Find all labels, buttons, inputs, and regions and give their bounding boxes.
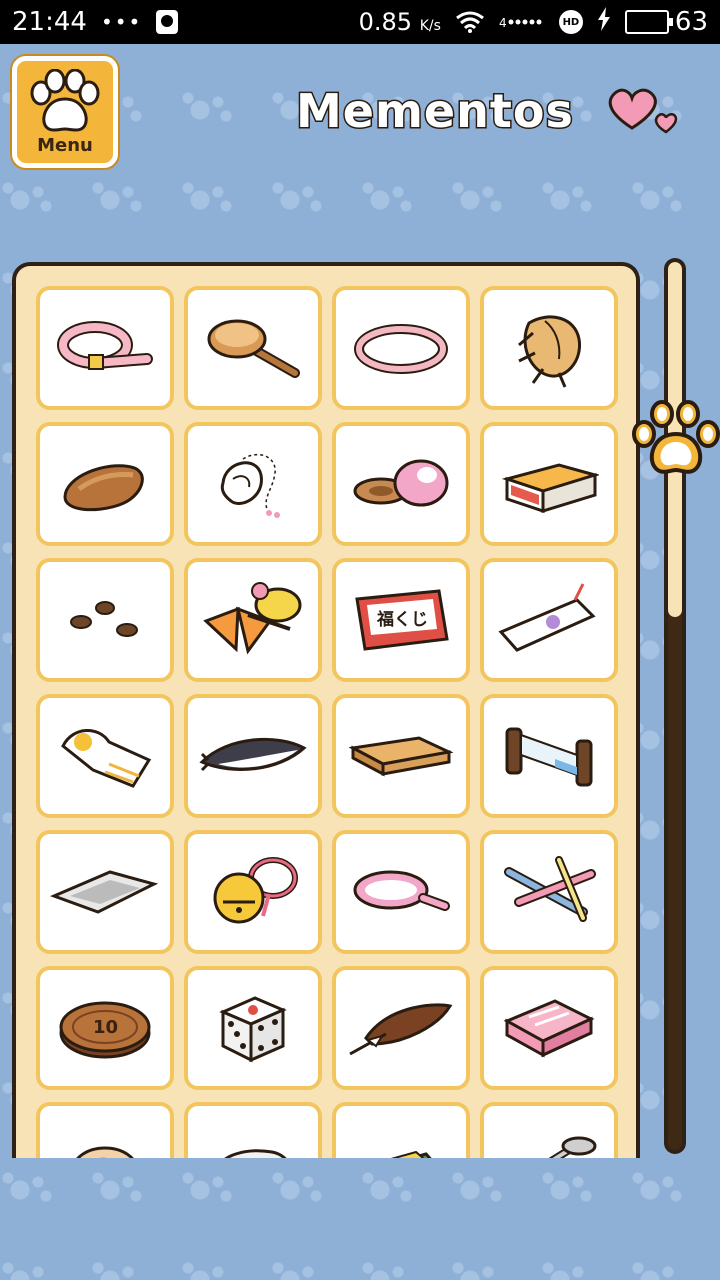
- seashell-icon: [203, 439, 303, 529]
- memento-slot[interactable]: [36, 1102, 174, 1158]
- menu-button[interactable]: Menu: [12, 56, 118, 168]
- scrollbar-inner: [668, 262, 682, 1150]
- collar-icon: [55, 313, 155, 383]
- mirror-compact-icon: [351, 449, 451, 519]
- battery-icon: [624, 10, 673, 34]
- brush-icon: [203, 313, 303, 383]
- memento-slot[interactable]: [36, 694, 174, 818]
- memento-slot[interactable]: [332, 966, 470, 1090]
- memento-slot[interactable]: [480, 422, 618, 546]
- ticket-label: 福くじ: [376, 609, 428, 630]
- bookmark-icon: [497, 580, 601, 660]
- acorn-icon: [55, 449, 155, 519]
- bottom-area: [0, 1158, 720, 1280]
- dice-icon: [213, 988, 293, 1068]
- weather-report-icon: [53, 716, 157, 796]
- network-speed-value: 0.85: [358, 8, 413, 36]
- hourglass-icon: [497, 721, 601, 791]
- hd-icon: HD: [558, 10, 583, 34]
- stone-icon: [208, 1134, 298, 1158]
- coin-label: 10: [93, 1017, 118, 1038]
- memento-slot[interactable]: [332, 286, 470, 410]
- memento-slot[interactable]: [480, 830, 618, 954]
- ring-icon: [351, 313, 451, 383]
- memento-slot[interactable]: 福くじ: [332, 558, 470, 682]
- memento-slot[interactable]: [480, 558, 618, 682]
- toy-bird-icon: [198, 575, 308, 665]
- clock: 21:44: [12, 7, 87, 37]
- memento-slot[interactable]: [36, 422, 174, 546]
- memento-slot[interactable]: [184, 830, 322, 954]
- status-bar: 21:44 ••• 0.85 K/s 4 HD 63: [0, 0, 720, 44]
- battery-level: 63: [674, 7, 708, 37]
- scrollbar-track[interactable]: [664, 258, 686, 1154]
- paw-icon: [27, 68, 103, 135]
- hand-mirror-icon: [349, 862, 453, 922]
- wifi-icon: [455, 10, 485, 34]
- matchbox-icon: [499, 449, 599, 519]
- spoon-icon: [499, 1134, 599, 1158]
- memento-slot[interactable]: [480, 1102, 618, 1158]
- pink-cloth-icon: [499, 993, 599, 1063]
- more-notifications-icon: •••: [100, 10, 143, 34]
- memento-slot[interactable]: [332, 830, 470, 954]
- charm-icon: 安全: [346, 1134, 456, 1158]
- memento-slot[interactable]: [184, 286, 322, 410]
- network-speed: 0.85 K/s: [359, 8, 441, 36]
- memento-slot[interactable]: [184, 966, 322, 1090]
- plastic-bag-icon: [50, 862, 160, 922]
- memento-slot[interactable]: [184, 422, 322, 546]
- status-left: 21:44 •••: [12, 7, 179, 37]
- memento-slot[interactable]: [184, 558, 322, 682]
- seeds-icon: [55, 590, 155, 650]
- spiral-icon: [65, 1134, 145, 1158]
- cicada-shell-icon: [499, 303, 599, 393]
- heart-icon: [604, 84, 680, 144]
- feather-icon: [346, 998, 456, 1058]
- memento-slot[interactable]: 10: [36, 966, 174, 1090]
- memento-slot[interactable]: [36, 558, 174, 682]
- charging-icon: [597, 6, 611, 38]
- paw-scroll-thumb-icon[interactable]: [632, 398, 720, 486]
- lucky-ticket-icon: 福くじ: [349, 585, 453, 655]
- notification-icon: [156, 10, 179, 34]
- fish-icon: [198, 726, 308, 786]
- page-title: Mementos: [295, 83, 575, 140]
- memento-slot[interactable]: [36, 286, 174, 410]
- memento-slot[interactable]: [480, 694, 618, 818]
- bell-icon: [203, 852, 303, 932]
- memento-slot[interactable]: [36, 830, 174, 954]
- memento-slot[interactable]: [184, 1102, 322, 1158]
- memento-slot[interactable]: [332, 694, 470, 818]
- memento-slot[interactable]: [480, 966, 618, 1090]
- wooden-plank-icon: [349, 726, 453, 786]
- chopsticks-icon: [499, 852, 599, 932]
- status-right: 0.85 K/s 4 HD 63: [359, 6, 708, 38]
- signal-icon: 4: [499, 12, 545, 32]
- menu-label: Menu: [37, 134, 93, 156]
- memento-slot[interactable]: [480, 286, 618, 410]
- memento-slot[interactable]: 安全: [332, 1102, 470, 1158]
- memento-slot[interactable]: [332, 422, 470, 546]
- battery: 63: [624, 7, 708, 37]
- mementos-panel: 福くじ 10: [12, 262, 640, 1158]
- svg-text:4: 4: [499, 16, 507, 30]
- network-speed-unit: K/s: [419, 18, 441, 34]
- coin-icon: 10: [55, 993, 155, 1063]
- mementos-grid: 福くじ 10: [36, 286, 618, 1158]
- memento-slot[interactable]: [184, 694, 322, 818]
